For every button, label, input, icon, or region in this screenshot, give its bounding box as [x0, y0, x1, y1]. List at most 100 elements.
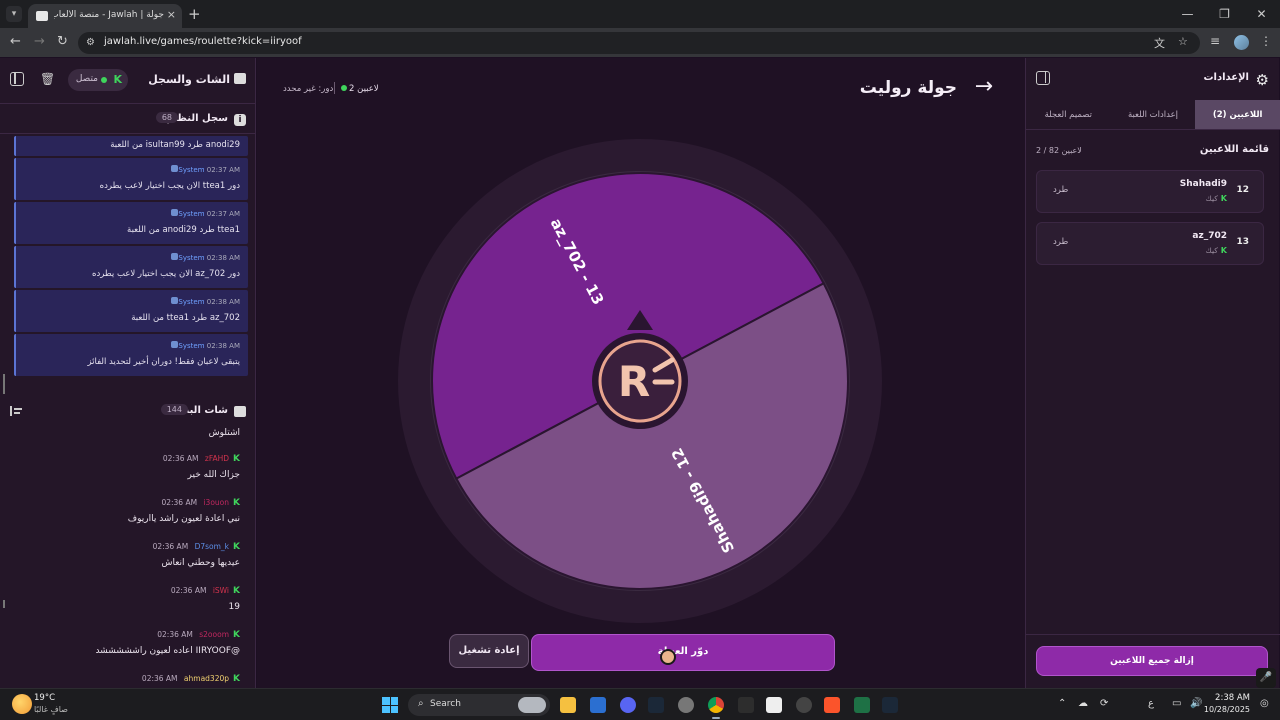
collapse-panel-icon[interactable] [10, 72, 24, 86]
obs-icon[interactable] [796, 697, 812, 713]
kick-player-button[interactable]: طرد [1053, 237, 1068, 247]
microphone-icon[interactable]: 🎤 [1256, 668, 1276, 688]
chat-log-panel: الشات والسجل K متصل 🗑 i سجل النظام 68 an… [0, 58, 256, 688]
kick-logo-icon: K [233, 586, 240, 596]
tab-players[interactable]: اللاعبين (2) [1195, 100, 1280, 129]
system-log-header[interactable]: i سجل النظام 68 [0, 106, 256, 134]
chat-message-text: نبي اعادة لعيون راشد يااريوف [127, 514, 240, 524]
settings-title: الإعدادات [1203, 72, 1249, 83]
chat-panel-header: الشات والسجل K متصل 🗑 [0, 58, 256, 104]
back-arrow-icon[interactable]: ← [10, 34, 21, 49]
new-tab-plus-icon[interactable]: + [188, 5, 201, 23]
chat-username: ahmad320p [183, 674, 230, 683]
reload-icon[interactable]: ↻ [57, 34, 68, 49]
sync-icon[interactable]: ⟳ [1100, 698, 1108, 709]
player-number: 13 [1236, 237, 1249, 247]
roulette-game-area: → جولة روليت دور: غير محدد 2 لاعبين az_7… [257, 58, 1025, 688]
tab-game-settings[interactable]: إعدادات اللعبة [1111, 100, 1196, 129]
steam-icon[interactable] [648, 697, 664, 713]
gear-icon: ⚙ [1255, 71, 1269, 89]
notification-icon[interactable]: ◎ [1260, 698, 1269, 709]
system-log-message: دور ttea1 الان يجب اختيار لاعب يطرده [99, 181, 240, 191]
profile-avatar[interactable] [1234, 35, 1249, 50]
close-icon[interactable]: × [167, 8, 176, 21]
notepad-icon[interactable] [766, 697, 782, 713]
system-log-entry: System 02:38 AM az_702 طرد ttea1 من اللع… [14, 290, 248, 332]
player-card: 13 az_702 كيك K طرد [1036, 222, 1264, 265]
connection-status-text: متصل [75, 74, 98, 84]
window-controls: — ❐ ✕ [1169, 0, 1280, 28]
remove-all-players-button[interactable]: إزالة جميع اللاعبين [1036, 646, 1268, 676]
tab-wheel-design[interactable]: تصميم العجلة [1026, 100, 1111, 129]
system-log-entry: System 02:37 AM ttea1 طرد anodi29 من الل… [14, 202, 248, 244]
cloud-icon[interactable]: ☁ [1078, 698, 1088, 709]
trash-icon[interactable]: 🗑 [40, 72, 55, 86]
close-window-icon[interactable]: ✕ [1243, 0, 1280, 28]
online-dot-icon [341, 85, 347, 91]
tab-search-button[interactable]: ▾ [6, 6, 22, 22]
browser-toolbar: ← → ↻ ⚙ jawlah.live/games/roulette?kick=… [0, 28, 1280, 57]
media-controls-icon[interactable]: ≡ [1210, 34, 1220, 48]
browser-tab-bar: ▾ جولة | Jawlah - منصة الألعاب الت... × … [0, 0, 1280, 28]
weather-description: صافٍ غالبًا [34, 705, 68, 714]
turn-status: دور: غير محدد [283, 84, 334, 94]
system-log-meta: System 02:37 AM [168, 209, 240, 218]
weather-icon[interactable] [12, 694, 32, 714]
spin-wheel-button[interactable]: دوّر العجلة [531, 634, 835, 671]
kick-player-button[interactable]: طرد [1053, 185, 1068, 195]
input-language[interactable]: ع [1148, 698, 1154, 709]
store-icon[interactable] [590, 697, 606, 713]
minimize-icon[interactable]: — [1169, 0, 1206, 28]
restart-button[interactable]: إعادة تشغيل [449, 634, 529, 668]
tab-title: جولة | Jawlah - منصة الألعاب الت... [54, 10, 164, 20]
chat-message: 02:36 AM iSWi K 19 [0, 580, 256, 624]
system-log-message: يتبقى لاعبان فقط! دوران أخير لتحديد الفا… [87, 357, 240, 367]
restore-icon[interactable]: ❐ [1206, 0, 1243, 28]
player-card: 12 Shahadi9 كيك K طرد [1036, 170, 1264, 213]
excel-icon[interactable] [854, 697, 870, 713]
site-info-icon[interactable]: ⚙ [86, 37, 95, 48]
taskbar-search[interactable]: ⌕ Search [408, 694, 550, 716]
chat-message: 02:36 AM zFAHD K جزاك الله خير [0, 448, 256, 492]
roulette-wheel[interactable]: az_702 - 13Shahadi9 - 12 R [397, 138, 883, 624]
windows-start-icon[interactable] [382, 697, 398, 713]
brave-icon[interactable] [824, 697, 840, 713]
chevron-up-icon[interactable]: ⌃ [1058, 698, 1066, 709]
collapse-panel-icon[interactable] [1036, 71, 1050, 85]
network-icon[interactable]: ▭ [1172, 698, 1181, 709]
chrome-icon[interactable] [708, 697, 724, 719]
settings-tabs: اللاعبين (2) إعدادات اللعبة تصميم العجلة [1026, 100, 1280, 130]
chat-filter-icon[interactable] [10, 406, 22, 416]
system-log-message: az_702 طرد ttea1 من اللعبة [131, 313, 240, 323]
clock-time[interactable]: 2:38 AM [1208, 693, 1250, 703]
chat-message-meta: 02:36 AM iSWi K [170, 586, 240, 596]
kick-logo-icon: K [233, 542, 240, 552]
discord-icon[interactable] [620, 697, 636, 713]
bookmark-star-icon[interactable]: ☆ [1178, 35, 1188, 48]
forward-arrow-icon[interactable]: → [34, 34, 45, 49]
browser-tab-active[interactable]: جولة | Jawlah - منصة الألعاب الت... × [28, 4, 182, 28]
back-arrow-icon[interactable]: → [975, 74, 993, 99]
clock-date[interactable]: 10/28/2025 [1200, 705, 1250, 714]
system-log-list[interactable]: anodi29 طرد isultan99 من اللعبة System 0… [14, 136, 248, 442]
system-log-scrollbar[interactable] [3, 374, 5, 394]
connection-status-badge: K متصل [68, 69, 128, 91]
kick-logo-icon: K [233, 630, 240, 640]
settings-gear-icon[interactable] [678, 697, 694, 713]
url-text: jawlah.live/games/roulette?kick=iiryoof [104, 36, 302, 47]
live-chat-header[interactable]: شات البث 144 [0, 398, 256, 426]
system-log-message: anodi29 طرد isultan99 من اللعبة [110, 140, 240, 150]
player-list-title: قائمة اللاعبين [1199, 144, 1269, 155]
kick-logo-icon: K [113, 73, 122, 86]
app-icon[interactable] [738, 697, 754, 713]
chat-message-text: جزاك الله خير [187, 470, 240, 480]
steam-icon[interactable] [882, 697, 898, 713]
file-explorer-icon[interactable] [560, 697, 576, 713]
address-bar[interactable]: ⚙ jawlah.live/games/roulette?kick=iiryoo… [78, 32, 1200, 54]
kick-logo-icon: K [1220, 246, 1227, 255]
browser-menu-icon[interactable]: ⋮ [1260, 34, 1272, 48]
live-chat-scrollbar[interactable] [3, 600, 5, 608]
live-chat-list[interactable]: اشتلوش 02:36 AM zFAHD K جزاك الله خير 02:… [0, 426, 256, 688]
translate-icon[interactable]: 文 [1154, 35, 1165, 51]
chat-message-meta: 02:36 AM i3ouon K [161, 498, 240, 508]
